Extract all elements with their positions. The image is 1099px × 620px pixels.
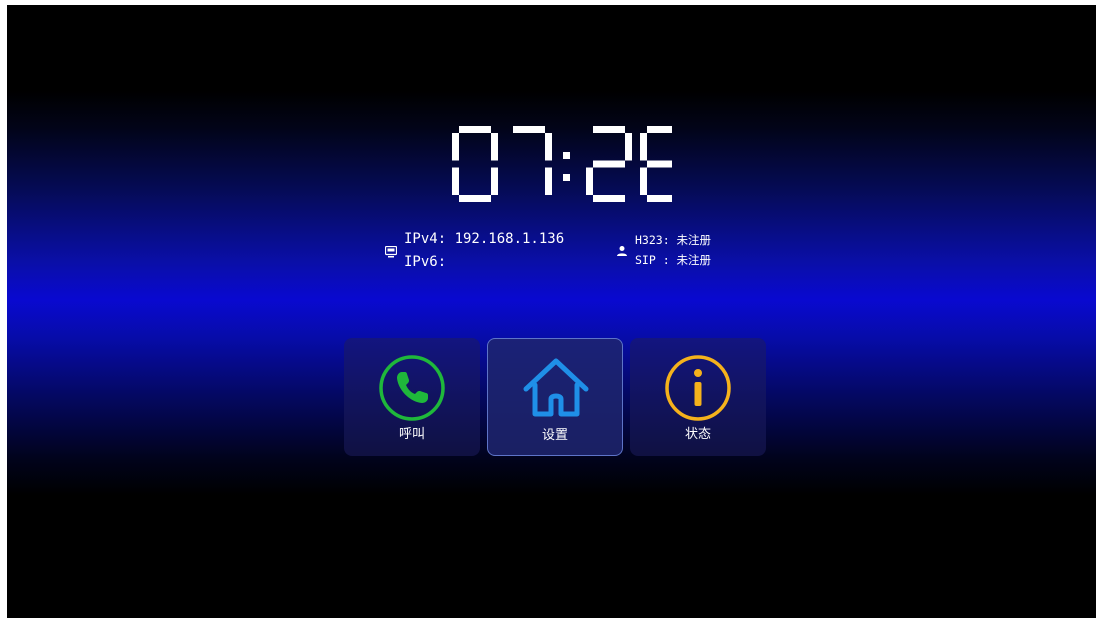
clock-segment <box>647 195 672 202</box>
call-label: 呼叫 <box>398 427 425 442</box>
clock-segment <box>452 133 459 161</box>
network-icon <box>384 243 398 258</box>
clock-segment <box>545 133 552 161</box>
clock-digit <box>513 126 552 195</box>
clock-digit <box>640 126 672 202</box>
clock-digit <box>586 126 632 202</box>
clock-colon-dot <box>563 174 570 181</box>
settings-button[interactable]: 设置 <box>487 338 623 456</box>
clock-segment <box>545 167 552 195</box>
clock-segment <box>586 167 593 195</box>
phone-icon <box>378 354 446 422</box>
clock-segment <box>459 195 491 202</box>
ipv6-address: IPv6: <box>404 254 447 270</box>
clock-segment <box>647 160 672 168</box>
clock-segment <box>491 167 498 195</box>
clock-segment <box>593 126 625 133</box>
clock-colon-dot <box>563 152 570 159</box>
clock-segment <box>640 133 647 161</box>
clock-digit <box>452 126 498 202</box>
status-label: 状态 <box>684 427 711 442</box>
call-button[interactable]: 呼叫 <box>344 338 480 456</box>
home-icon <box>522 355 590 423</box>
home-screen: IPv4: 192.168.1.136 IPv6: H323: 未注册 SIP … <box>7 5 1096 618</box>
clock-segment <box>625 133 632 161</box>
info-icon <box>664 354 732 422</box>
h323-status: H323: 未注册 <box>635 233 712 247</box>
clock-segment <box>640 167 647 195</box>
clock-display <box>442 123 672 205</box>
settings-label: 设置 <box>541 428 568 443</box>
sip-status: SIP : 未注册 <box>635 253 712 267</box>
clock-segment <box>647 126 672 133</box>
clock-segment <box>452 167 459 195</box>
clock-segment <box>459 126 491 133</box>
clock-segment <box>593 195 625 202</box>
clock-segment <box>491 133 498 161</box>
status-button[interactable]: 状态 <box>630 338 766 456</box>
clock-segment <box>593 160 625 168</box>
ipv4-address: IPv4: 192.168.1.136 <box>404 231 565 247</box>
clock-segment <box>513 126 545 133</box>
user-icon <box>616 242 628 256</box>
clock-digits <box>452 126 672 202</box>
